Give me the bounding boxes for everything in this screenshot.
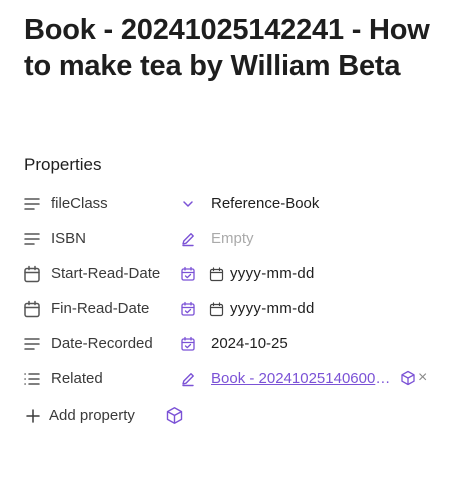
cube-icon[interactable] [165, 406, 184, 425]
calendar-icon[interactable] [209, 266, 224, 282]
property-row-fin-read-date: Fin-Read-Date yyyy-mm-dd [0, 291, 474, 326]
date-recorded-value[interactable]: 2024-10-25 [211, 334, 288, 354]
date-placeholder[interactable]: yyyy-mm-dd [230, 264, 315, 284]
property-key[interactable]: Start-Read-Date [51, 264, 169, 284]
calendar-icon[interactable] [22, 299, 42, 319]
pencil-icon[interactable] [179, 230, 197, 248]
note-title[interactable]: Book - 20241025142241 - How to make tea … [24, 12, 444, 84]
property-row-date-recorded: Date-Recorded 2024-10-25 [0, 326, 474, 361]
property-key[interactable]: Related [51, 369, 169, 389]
pencil-icon[interactable] [179, 370, 197, 388]
date-placeholder[interactable]: yyyy-mm-dd [230, 299, 315, 319]
property-row-fileclass: fileClass Reference-Book [0, 186, 474, 221]
chevron-down-icon[interactable] [179, 195, 197, 213]
plus-icon[interactable] [24, 407, 42, 425]
fin-read-date-input[interactable]: yyyy-mm-dd [209, 299, 315, 319]
property-key[interactable]: fileClass [51, 194, 169, 214]
add-property-button[interactable]: Add property [24, 404, 135, 428]
property-row-start-read-date: Start-Read-Date yyyy-mm-dd [0, 256, 474, 291]
text-lines-icon[interactable] [22, 229, 42, 249]
property-key[interactable]: ISBN [51, 229, 169, 249]
property-row-isbn: ISBN Empty [0, 221, 474, 256]
calendar-icon[interactable] [209, 301, 224, 317]
property-key[interactable]: Date-Recorded [51, 334, 169, 354]
property-key[interactable]: Fin-Read-Date [51, 299, 169, 319]
text-lines-icon[interactable] [22, 334, 42, 354]
related-link[interactable]: Book - 20241025140600 - How to make tea [211, 369, 394, 389]
remove-link-icon[interactable]: × [418, 368, 427, 388]
cube-icon[interactable] [400, 370, 416, 386]
properties-heading[interactable]: Properties [24, 154, 101, 176]
calendar-check-icon[interactable] [179, 335, 197, 353]
start-read-date-input[interactable]: yyyy-mm-dd [209, 264, 315, 284]
calendar-check-icon[interactable] [179, 265, 197, 283]
add-property-label[interactable]: Add property [49, 406, 135, 426]
calendar-icon[interactable] [22, 264, 42, 284]
list-icon[interactable] [22, 369, 42, 389]
text-lines-icon[interactable] [22, 194, 42, 214]
fileclass-value[interactable]: Reference-Book [211, 194, 319, 214]
property-row-related: Related Book - 20241025140600 - How to m… [0, 361, 474, 396]
calendar-check-icon[interactable] [179, 300, 197, 318]
isbn-value[interactable]: Empty [211, 229, 254, 249]
